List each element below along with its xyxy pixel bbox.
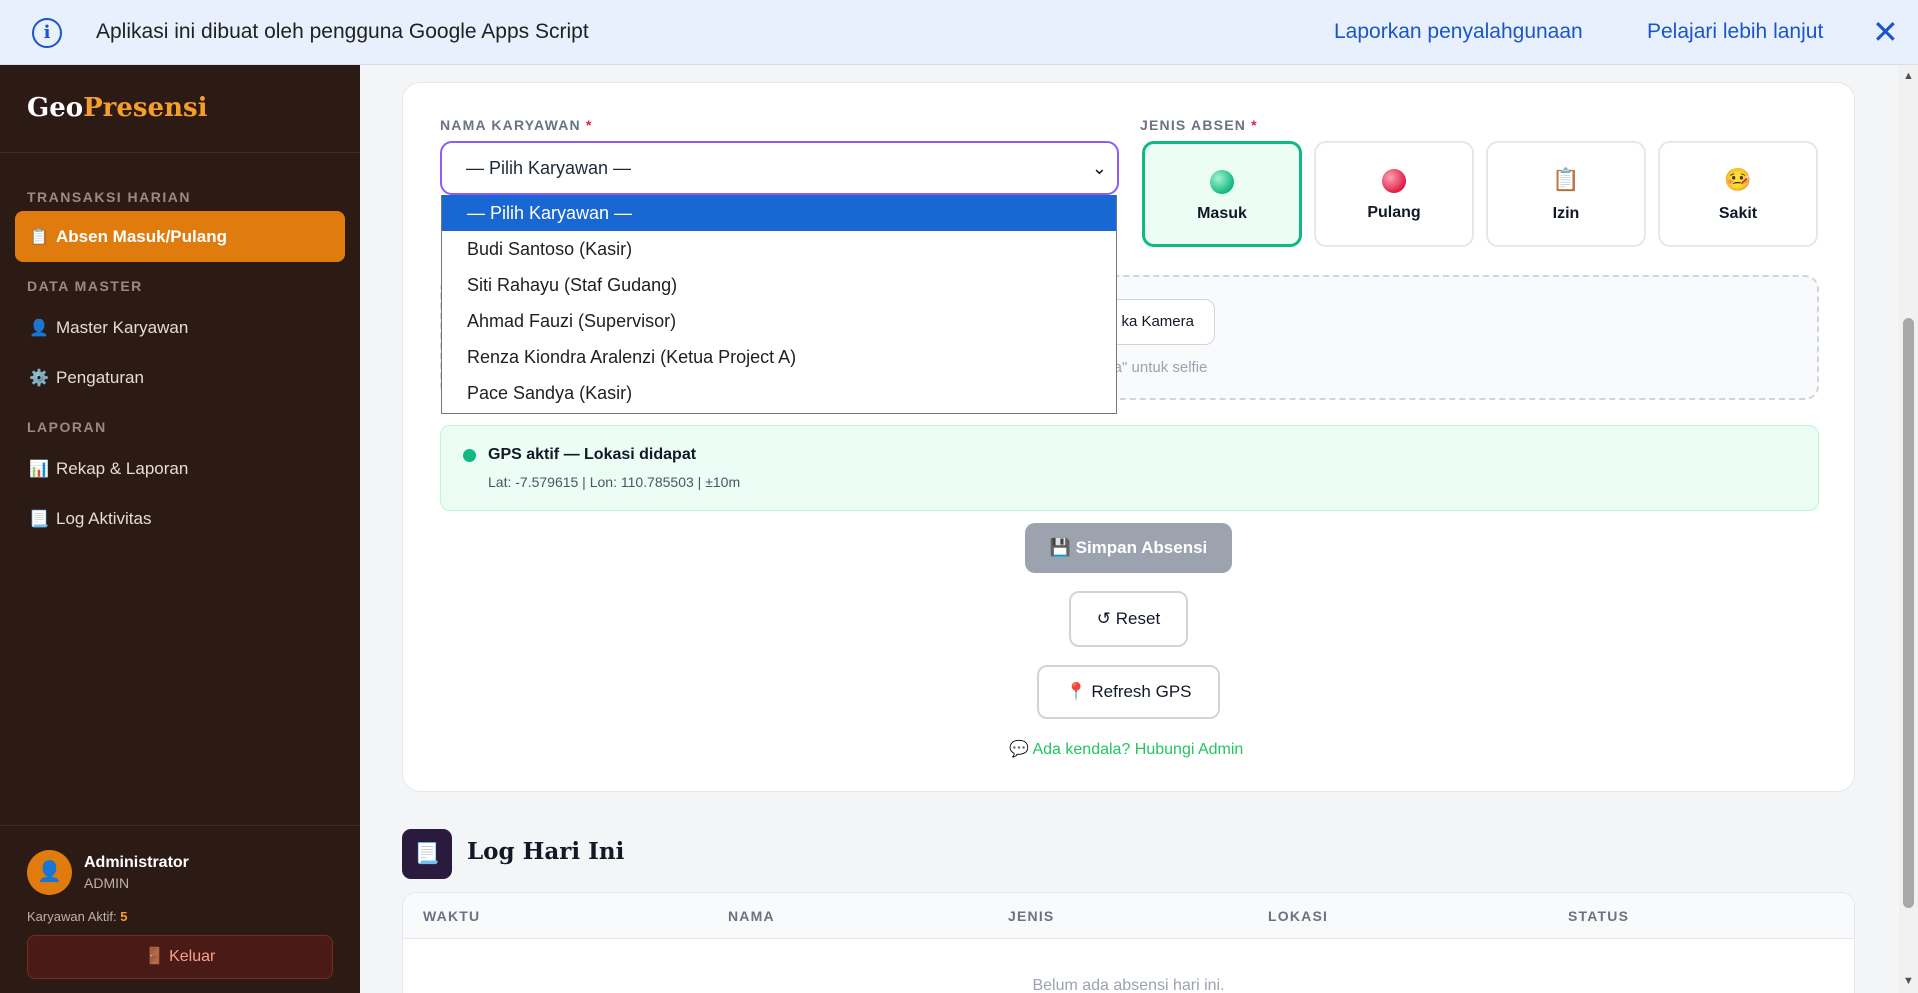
column-header-waktu: WAKTU <box>423 908 481 924</box>
sidebar-item-label: Log Aktivitas <box>56 508 152 528</box>
logout-label: Keluar <box>169 948 216 965</box>
employee-select[interactable]: — Pilih Karyawan — ⌄ <box>440 141 1119 195</box>
employee-label-text: NAMA KARYAWAN <box>440 117 581 133</box>
type-field-label: JENIS ABSEN * <box>1140 117 1258 133</box>
column-header-jenis: JENIS <box>1008 908 1055 924</box>
brand-geo: Geo <box>27 93 84 123</box>
empty-log-message: Belum ada absensi hari ini. <box>1032 977 1225 993</box>
report-abuse-link[interactable]: Laporkan penyalahgunaan <box>1334 20 1583 44</box>
gps-status-box: GPS aktif — Lokasi didapat Lat: -7.57961… <box>440 425 1819 511</box>
gps-coordinates: Lat: -7.579615 | Lon: 110.785503 | ±10m <box>488 474 741 490</box>
save-attendance-button[interactable]: 💾 Simpan Absensi <box>1025 523 1232 573</box>
sidebar-item-pengaturan[interactable]: ⚙️ Pengaturan <box>15 352 345 403</box>
sidebar-item-rekap[interactable]: 📊 Rekap & Laporan <box>15 443 345 494</box>
type-label-text: JENIS ABSEN <box>1140 117 1247 133</box>
info-icon: i <box>32 18 62 48</box>
dropdown-option[interactable]: Pace Sandya (Kasir) <box>442 375 1116 411</box>
scrollbar-thumb[interactable] <box>1903 318 1914 908</box>
sidebar-item-log-aktivitas[interactable]: 📃 Log Aktivitas <box>15 493 345 544</box>
clipboard-icon: 📋 <box>29 228 49 246</box>
sidebar: GeoPresensi TRANSAKSI HARIAN 📋 Absen Mas… <box>0 65 360 993</box>
required-mark: * <box>585 117 593 133</box>
red-circle-icon <box>1382 169 1406 193</box>
avatar: 👤 <box>27 850 72 895</box>
type-option-izin[interactable]: 📋 Izin <box>1486 141 1646 247</box>
section-label-transaksi: TRANSAKSI HARIAN <box>27 189 191 205</box>
user-panel: 👤 Administrator ADMIN Karyawan Aktif: 5 … <box>0 825 360 993</box>
section-label-laporan: LAPORAN <box>27 419 107 435</box>
user-name: Administrator <box>84 854 189 871</box>
gear-icon: ⚙️ <box>29 369 49 387</box>
banner-message: Aplikasi ini dibuat oleh pengguna Google… <box>96 20 589 43</box>
dropdown-option[interactable]: Budi Santoso (Kasir) <box>442 231 1116 267</box>
attendance-form-card: NAMA KARYAWAN * — Pilih Karyawan — ⌄ JEN… <box>402 82 1855 792</box>
log-section-title: Log Hari Ini <box>467 838 625 865</box>
type-option-label: Masuk <box>1197 205 1247 222</box>
type-option-label: Izin <box>1552 205 1580 222</box>
log-table: WAKTU NAMA JENIS LOKASI STATUS Belum ada… <box>402 892 1855 993</box>
type-option-pulang[interactable]: Pulang <box>1314 141 1474 247</box>
type-option-sakit[interactable]: 🤒 Sakit <box>1658 141 1818 247</box>
clipboard-icon: 📋 <box>1552 167 1580 192</box>
required-mark: * <box>1251 117 1258 133</box>
sick-face-icon: 🤒 <box>1724 167 1752 192</box>
dropdown-option[interactable]: Siti Rahayu (Staf Gudang) <box>442 267 1116 303</box>
type-option-masuk[interactable]: Masuk <box>1142 141 1302 247</box>
dropdown-option[interactable]: Ahmad Fauzi (Supervisor) <box>442 303 1116 339</box>
sidebar-item-label: Absen Masuk/Pulang <box>56 226 227 246</box>
employee-select-value: — Pilih Karyawan — <box>466 158 632 178</box>
brand-logo[interactable]: GeoPresensi <box>27 93 207 123</box>
close-icon[interactable]: ✕ <box>1872 14 1899 50</box>
user-role: ADMIN <box>84 875 130 891</box>
sidebar-item-master-karyawan[interactable]: 👤 Master Karyawan <box>15 302 345 353</box>
sidebar-item-label: Rekap & Laporan <box>56 458 189 478</box>
sidebar-divider <box>0 152 360 153</box>
sidebar-item-label: Master Karyawan <box>56 317 189 337</box>
active-count-value: 5 <box>120 909 128 924</box>
logout-button[interactable]: 🚪 Keluar <box>27 935 333 979</box>
log-table-header: WAKTU NAMA JENIS LOKASI STATUS <box>403 893 1854 939</box>
type-option-label: Pulang <box>1367 204 1421 221</box>
door-icon: 🚪 <box>144 948 165 965</box>
contact-admin-link[interactable]: 💬 Ada kendala? Hubungi Admin <box>1009 739 1243 759</box>
user-icon: 👤 <box>29 319 49 337</box>
gps-status-dot-icon <box>463 449 476 462</box>
column-header-lokasi: LOKASI <box>1268 908 1329 924</box>
sidebar-item-label: Pengaturan <box>56 367 144 387</box>
section-label-master: DATA MASTER <box>27 278 143 294</box>
scroll-up-arrow-icon[interactable]: ▲ <box>1903 70 1914 82</box>
sidebar-item-absen[interactable]: 📋 Absen Masuk/Pulang <box>15 211 345 262</box>
dropdown-option[interactable]: — Pilih Karyawan — <box>442 195 1116 231</box>
brand-presensi: Presensi <box>83 93 208 123</box>
column-header-status: STATUS <box>1568 908 1630 924</box>
chevron-down-icon: ⌄ <box>1091 158 1107 178</box>
column-header-nama: NAMA <box>728 908 775 924</box>
document-icon: 📃 <box>29 510 49 528</box>
apps-script-banner: i Aplikasi ini dibuat oleh pengguna Goog… <box>0 0 1918 65</box>
green-circle-icon <box>1210 170 1234 194</box>
chart-icon: 📊 <box>29 460 49 478</box>
active-employee-count: Karyawan Aktif: 5 <box>27 909 127 924</box>
learn-more-link[interactable]: Pelajari lebih lanjut <box>1647 20 1823 44</box>
dropdown-option[interactable]: Renza Kiondra Aralenzi (Ketua Project A) <box>442 339 1116 375</box>
log-document-icon: 📃 <box>402 829 452 879</box>
reset-button[interactable]: ↺ Reset <box>1069 591 1188 647</box>
employee-field-label: NAMA KARYAWAN * <box>440 117 593 133</box>
type-option-label: Sakit <box>1718 205 1758 222</box>
employee-dropdown-list: — Pilih Karyawan — Budi Santoso (Kasir) … <box>441 195 1117 414</box>
scroll-down-arrow-icon[interactable]: ▼ <box>1903 975 1914 987</box>
gps-status-title: GPS aktif — Lokasi didapat <box>488 446 697 463</box>
refresh-gps-button[interactable]: 📍 Refresh GPS <box>1037 665 1220 719</box>
active-count-label: Karyawan Aktif: <box>27 909 121 924</box>
page-scrollbar[interactable]: ▲ ▼ <box>1899 65 1918 993</box>
